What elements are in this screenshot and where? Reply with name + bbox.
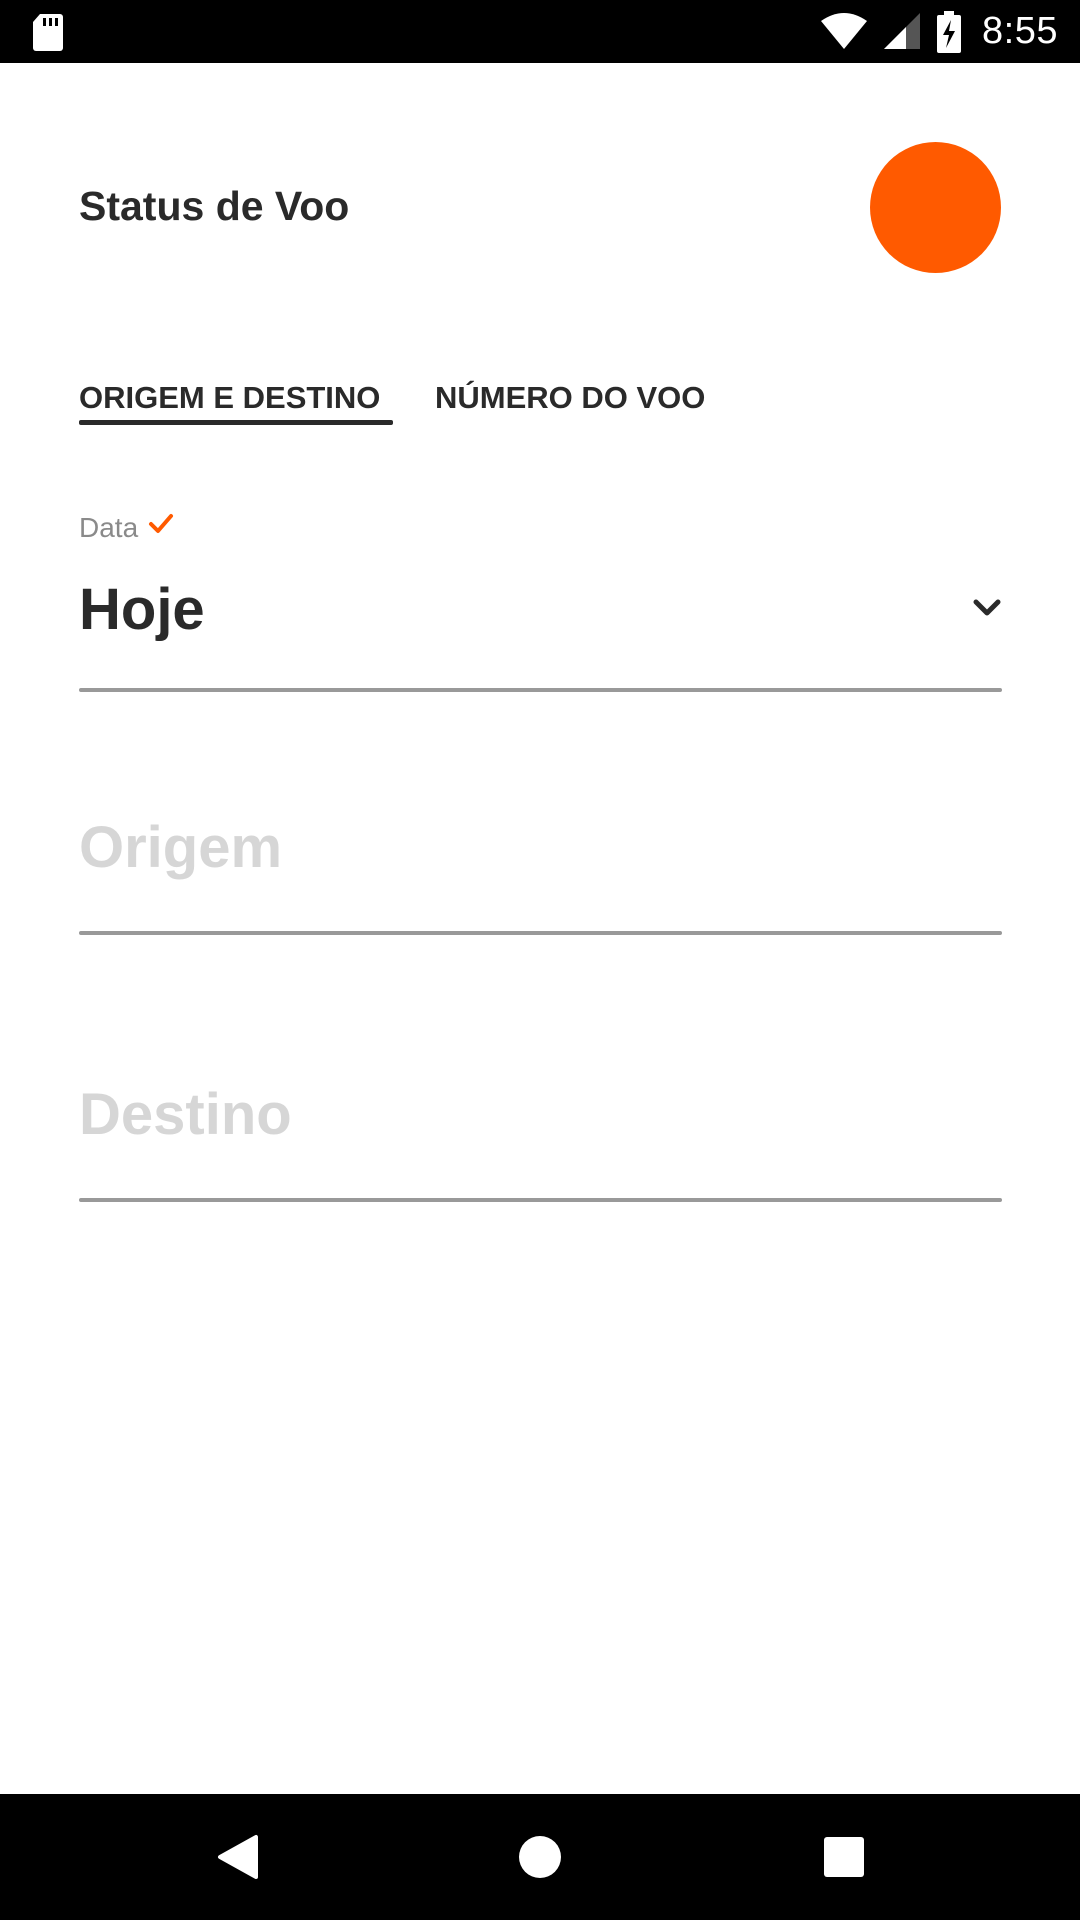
back-button[interactable] xyxy=(196,1794,280,1920)
status-bar: 8:55 xyxy=(0,0,1080,63)
home-icon xyxy=(519,1836,561,1878)
destination-field-underline xyxy=(79,1198,1002,1202)
navigation-bar xyxy=(0,1794,1080,1920)
origin-input[interactable] xyxy=(79,808,1002,888)
date-field-underline xyxy=(79,688,1002,692)
check-icon xyxy=(149,514,174,533)
date-label: Data xyxy=(79,512,139,543)
origin-field-underline xyxy=(79,931,1002,935)
recents-icon xyxy=(824,1837,864,1877)
avatar[interactable] xyxy=(870,142,1001,273)
status-icons: 8:55 xyxy=(820,0,1058,63)
screen: 8:55 Status de Voo ORIGEM E DESTINO NÚME… xyxy=(0,0,1080,1920)
signal-icon xyxy=(884,12,921,49)
back-icon xyxy=(218,1835,258,1879)
battery-charging-icon xyxy=(937,10,962,53)
destination-input[interactable] xyxy=(79,1075,1002,1155)
tab-flight-number[interactable]: NÚMERO DO VOO xyxy=(435,378,705,418)
tab-selected-indicator xyxy=(79,420,393,425)
status-time: 8:55 xyxy=(982,10,1058,52)
date-label-row: Data xyxy=(79,510,174,546)
wifi-icon xyxy=(821,12,868,49)
date-select-value[interactable]: Hoje xyxy=(79,574,205,646)
tab-origin-destination[interactable]: ORIGEM E DESTINO xyxy=(79,378,380,418)
sd-card-icon xyxy=(33,14,63,51)
page-title: Status de Voo xyxy=(79,183,350,229)
chevron-down-icon[interactable] xyxy=(972,596,1002,620)
recents-button[interactable] xyxy=(802,1794,886,1920)
home-button[interactable] xyxy=(498,1794,582,1920)
